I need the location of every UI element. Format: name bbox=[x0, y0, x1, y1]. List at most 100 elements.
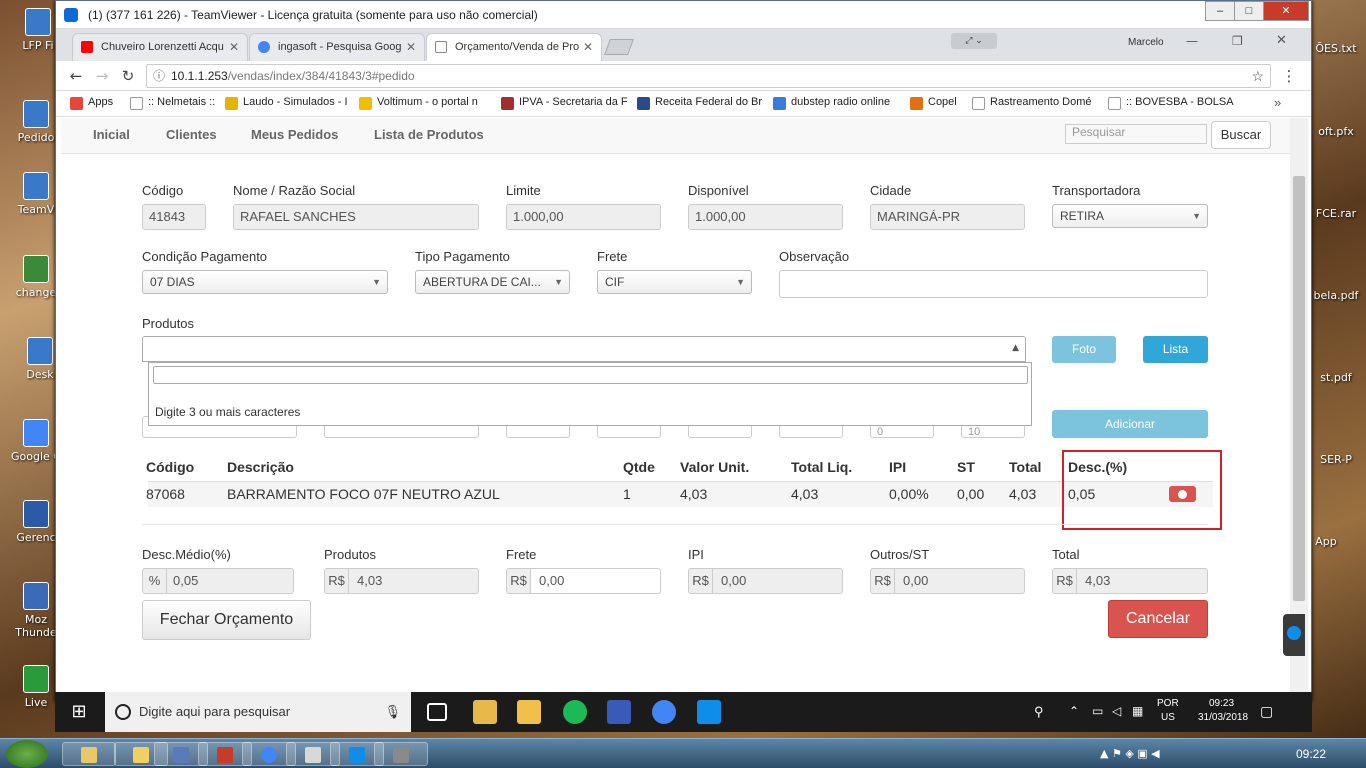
remote-clock-time[interactable]: 09:23 bbox=[1209, 698, 1234, 709]
app-icon bbox=[133, 747, 149, 763]
profile-name[interactable]: Marcelo bbox=[1128, 37, 1164, 48]
windows-start-button[interactable]: ⊞ bbox=[55, 692, 103, 732]
chrome-icon bbox=[23, 419, 49, 447]
col-ipi: IPI bbox=[889, 459, 907, 475]
lista-button[interactable]: Lista bbox=[1143, 336, 1208, 363]
restore-button[interactable]: ❐ bbox=[1232, 34, 1243, 48]
taskbar-explorer[interactable] bbox=[62, 742, 116, 766]
frete-select[interactable]: CIF ▼ bbox=[597, 270, 752, 294]
close-icon[interactable]: ✕ bbox=[229, 34, 239, 60]
info-icon[interactable]: ⓘ bbox=[153, 65, 165, 87]
teamviewer-toolbar-toggle[interactable]: ⤢ ⌄ bbox=[951, 33, 997, 49]
bookmark-dubstep[interactable]: dubstep radio online bbox=[773, 96, 890, 110]
keyboard-layout[interactable]: US bbox=[1161, 712, 1175, 723]
people-icon[interactable]: ⚲ bbox=[1034, 704, 1044, 720]
desktop-icon-txt[interactable]: ÕES.txt bbox=[1306, 42, 1366, 55]
address-bar[interactable]: ⓘ 10.1.1.253/vendas/index/384/41843/3#pe… bbox=[146, 64, 1271, 88]
local-clock[interactable]: 09:22 bbox=[1296, 747, 1326, 761]
battery-icon[interactable]: ▭ bbox=[1092, 704, 1103, 718]
bookmark-receita[interactable]: Receita Federal do Br bbox=[637, 96, 762, 110]
tab-google-search[interactable]: ingasoft - Pesquisa Goog ✕ bbox=[249, 33, 425, 61]
chrome-icon[interactable] bbox=[652, 700, 676, 724]
close-icon[interactable]: ✕ bbox=[583, 34, 593, 60]
bookmark-ipva[interactable]: IPVA - Secretaria da F bbox=[501, 96, 628, 110]
desktop-icon-pdf-2[interactable]: st.pdf bbox=[1306, 371, 1366, 384]
search-button[interactable]: Buscar bbox=[1211, 121, 1271, 149]
tab-youtube[interactable]: Chuveiro Lorenzetti Acqu ✕ bbox=[72, 33, 248, 61]
receita-icon bbox=[637, 97, 650, 110]
notifications-icon[interactable]: ▢ bbox=[1260, 703, 1273, 720]
star-icon[interactable]: ☆ bbox=[1251, 65, 1264, 87]
nav-meus-pedidos[interactable]: Meus Pedidos bbox=[251, 127, 338, 142]
new-tab-button[interactable] bbox=[604, 39, 634, 55]
disponivel-label: Disponível bbox=[688, 183, 749, 198]
network-app-icon[interactable] bbox=[607, 700, 631, 724]
more-bookmarks-icon[interactable]: » bbox=[1274, 95, 1281, 110]
produtos-search-input[interactable] bbox=[153, 366, 1028, 384]
bookmark-apps[interactable]: Apps bbox=[70, 96, 113, 110]
desktop-icon-pdf[interactable]: bela.pdf bbox=[1306, 289, 1366, 302]
nav-clientes[interactable]: Clientes bbox=[166, 127, 217, 142]
teamviewer-panel-handle[interactable] bbox=[1283, 614, 1305, 656]
remote-clock-date[interactable]: 31/03/2018 bbox=[1198, 712, 1248, 723]
menu-icon[interactable]: ⋮ bbox=[1279, 66, 1299, 86]
bookmark-voltimum[interactable]: Voltimum - o portal n bbox=[359, 96, 478, 110]
bookmarks-bar: Apps :: Nelmetais :: Laudo - Simulados -… bbox=[56, 91, 1311, 117]
foto-button[interactable]: Foto bbox=[1052, 336, 1116, 363]
desktop-icon-ser[interactable]: SER-P bbox=[1306, 453, 1366, 466]
scrollbar-thumb[interactable] bbox=[1293, 176, 1305, 601]
teamviewer-icon[interactable] bbox=[697, 700, 721, 724]
chevron-up-icon[interactable]: ⌃ bbox=[1069, 704, 1079, 718]
cortana-search[interactable]: Digite aqui para pesquisar 🎙 bbox=[105, 692, 411, 732]
fechar-orcamento-button[interactable]: Fechar Orçamento bbox=[142, 600, 311, 640]
teamviewer-icon bbox=[64, 8, 78, 22]
tray-icons[interactable]: ▲ ⚑ ◈ ▣ ◀ bbox=[1100, 747, 1160, 760]
cancelar-button[interactable]: Cancelar bbox=[1108, 600, 1208, 638]
back-icon[interactable]: ← bbox=[66, 66, 86, 86]
limite-label: Limite bbox=[506, 183, 541, 198]
bookmark-copel[interactable]: Copel bbox=[910, 96, 957, 110]
frete-total-field[interactable]: R$ 0,00 bbox=[506, 568, 661, 594]
ipi-total-label: IPI bbox=[688, 547, 704, 562]
bookmark-bovespa[interactable]: :: BOVESBA - BOLSA bbox=[1108, 96, 1234, 110]
close-button[interactable]: ✕ bbox=[1263, 1, 1309, 21]
observacao-field[interactable] bbox=[779, 270, 1208, 298]
volume-icon[interactable]: ◁ bbox=[1112, 704, 1121, 718]
bookmark-rastreamento[interactable]: Rastreamento Domé bbox=[972, 96, 1092, 110]
minimize-button[interactable]: — bbox=[1186, 34, 1198, 48]
windows7-start-button[interactable] bbox=[6, 740, 48, 768]
bookmark-nelmetais[interactable]: :: Nelmetais :: bbox=[130, 96, 215, 110]
page-icon bbox=[1108, 97, 1121, 110]
disponivel-field: 1.000,00 bbox=[688, 204, 843, 230]
bookmark-laudo[interactable]: Laudo - Simulados - I bbox=[225, 96, 348, 110]
input-language[interactable]: POR bbox=[1157, 698, 1179, 709]
nome-field: RAFAEL SANCHES bbox=[233, 204, 479, 230]
tipo-select[interactable]: ABERTURA DE CAI... ▼ bbox=[415, 270, 570, 294]
microphone-icon[interactable]: 🎙 bbox=[384, 692, 401, 732]
task-view-icon[interactable] bbox=[427, 703, 447, 721]
tab-orcamento[interactable]: Orçamento/Venda de Pro ✕ bbox=[426, 33, 602, 61]
nav-inicial[interactable]: Inicial bbox=[93, 127, 130, 142]
network-icon[interactable]: ▦ bbox=[1132, 704, 1143, 718]
taskbar-app[interactable] bbox=[374, 742, 428, 766]
desktop-icon-pfx[interactable]: oft.pfx bbox=[1306, 125, 1366, 138]
scrollbar[interactable] bbox=[1290, 118, 1308, 693]
voltimum-icon bbox=[359, 97, 372, 110]
condicao-select[interactable]: 07 DIAS ▼ bbox=[142, 270, 388, 294]
spotify-icon[interactable] bbox=[563, 700, 587, 724]
search-input[interactable]: Pesquisar bbox=[1065, 124, 1207, 144]
close-button[interactable]: ✕ bbox=[1276, 33, 1287, 48]
maximize-button[interactable]: □ bbox=[1234, 1, 1264, 21]
adicionar-button[interactable]: Adicionar bbox=[1052, 410, 1208, 438]
nav-lista-produtos[interactable]: Lista de Produtos bbox=[374, 127, 484, 142]
desktop-icon-rar[interactable]: FCE.rar bbox=[1306, 207, 1366, 220]
forward-icon[interactable]: → bbox=[92, 66, 112, 86]
minimize-button[interactable]: – bbox=[1205, 1, 1235, 21]
close-icon[interactable]: ✕ bbox=[406, 34, 416, 60]
mail-icon[interactable] bbox=[517, 700, 541, 724]
col-total: Total bbox=[1009, 459, 1042, 475]
produtos-select[interactable]: ▲ bbox=[142, 336, 1026, 362]
file-explorer-icon[interactable] bbox=[473, 700, 497, 724]
transportadora-select[interactable]: RETIRA ▼ bbox=[1052, 204, 1208, 228]
reload-icon[interactable]: ↻ bbox=[118, 66, 138, 86]
